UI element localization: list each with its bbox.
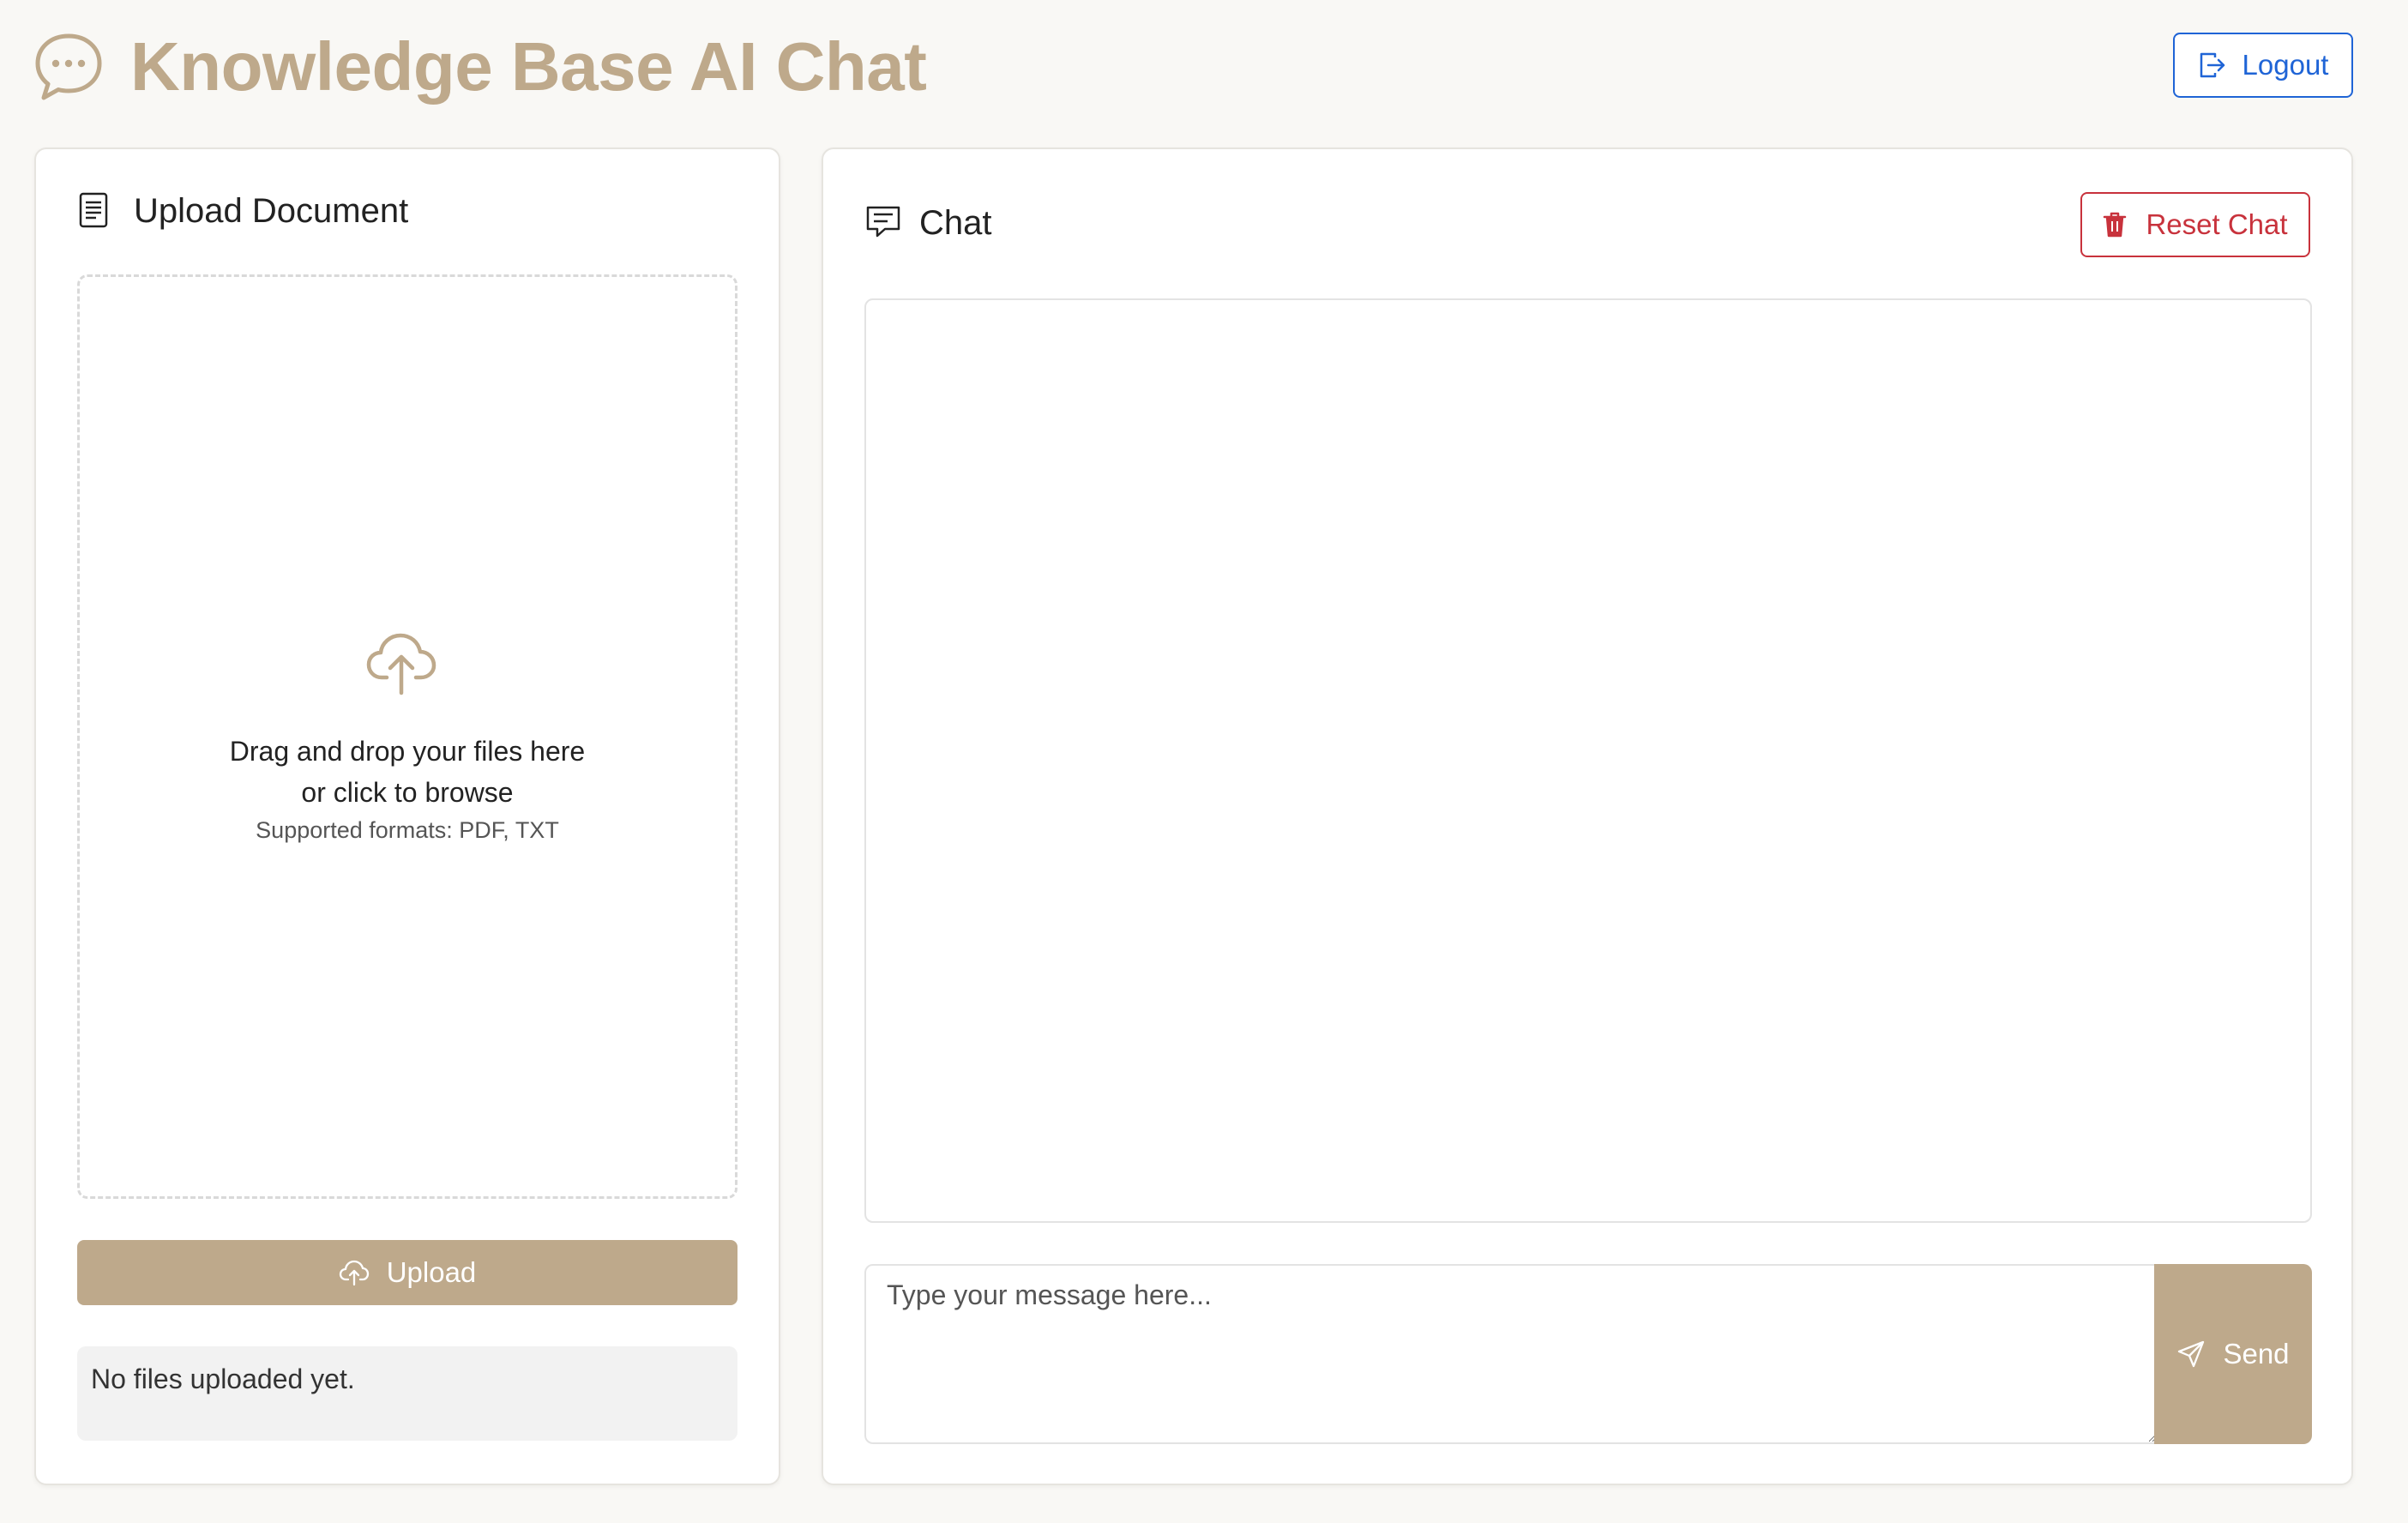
chat-message-icon: [866, 206, 900, 238]
logout-label: Logout: [2242, 49, 2329, 81]
supported-formats-text: Supported formats: PDF, TXT: [256, 817, 559, 843]
chat-messages-area[interactable]: [864, 298, 2312, 1223]
upload-panel: Upload Document Drag and drop your files…: [34, 147, 780, 1485]
chat-bubble-dots-icon: [35, 33, 102, 100]
trash-icon: [2104, 212, 2127, 238]
upload-panel-title: Upload Document: [134, 192, 409, 230]
logout-button[interactable]: Logout: [2173, 33, 2353, 98]
paper-plane-icon: [2178, 1340, 2205, 1368]
cloud-upload-icon: [366, 633, 436, 695]
reset-chat-label: Reset Chat: [2146, 208, 2288, 240]
logout-icon: [2200, 52, 2224, 78]
message-input[interactable]: [864, 1264, 2156, 1444]
files-status: No files uploaded yet.: [77, 1346, 737, 1441]
cloud-upload-icon: [339, 1260, 369, 1286]
chat-panel-title: Chat: [919, 204, 992, 242]
dropzone-instruction: Drag and drop your files here: [229, 736, 586, 767]
reset-chat-button[interactable]: Reset Chat: [2080, 192, 2310, 257]
document-icon: [79, 192, 108, 228]
app-title: Knowledge Base AI Chat: [130, 28, 927, 105]
send-button[interactable]: Send: [2154, 1264, 2312, 1444]
dropzone-browse-text: or click to browse: [301, 777, 514, 808]
send-button-label: Send: [2223, 1338, 2290, 1369]
upload-button-label: Upload: [386, 1256, 477, 1288]
upload-button[interactable]: Upload: [77, 1240, 737, 1305]
chat-panel: Chat Reset Chat Send: [822, 147, 2353, 1485]
